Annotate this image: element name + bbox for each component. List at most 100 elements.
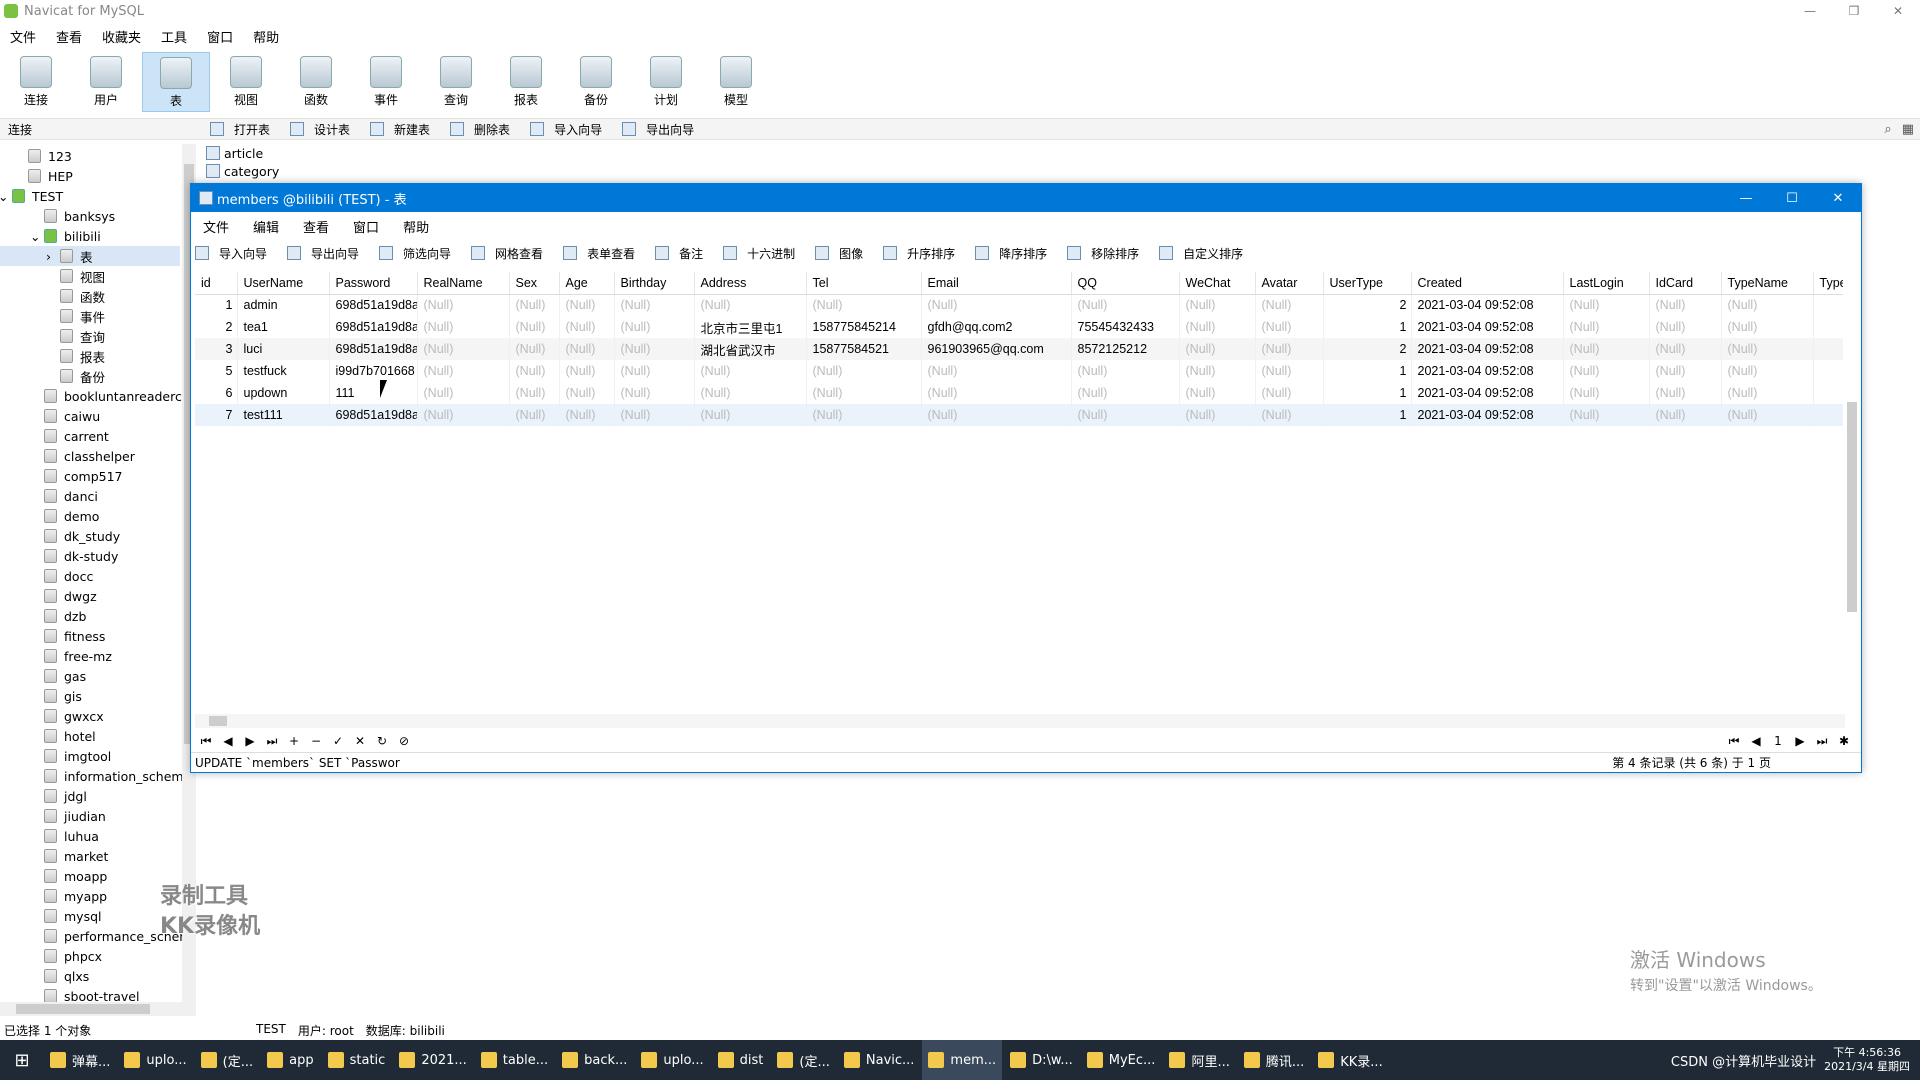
table-list-item[interactable]: article [206,144,279,162]
table-cell[interactable]: (Null) [806,294,922,316]
menu-item[interactable]: 帮助 [243,27,289,46]
table-cell[interactable]: 1 [1323,360,1412,382]
table-cell[interactable]: (Null) [1721,382,1814,404]
tree-item[interactable]: 视图 [60,266,105,286]
table-cell[interactable]: (Null) [1255,338,1324,360]
toolbar-button-8[interactable]: 备份 [562,52,630,112]
table-row[interactable]: 5 testfuck i99d7b701668 (Null) (Null) (Null)(… [195,360,1843,382]
expand-arrow-icon[interactable]: ⌄ [30,229,40,244]
tree-item[interactable]: market [44,846,108,866]
window-tool-button[interactable]: 升序排序 [883,245,965,262]
toolbar-button-5[interactable]: 事件 [352,52,420,112]
taskbar-item[interactable]: uplo... [118,1040,192,1080]
column-header[interactable]: LastLogin [1563,272,1650,295]
tree-item[interactable]: 备份 [60,366,105,386]
table-cell[interactable]: (Null) [1721,316,1814,338]
object-button[interactable]: 新建表 [370,121,440,138]
maximize-icon[interactable]: ☐ [1769,184,1815,212]
windows-start-icon[interactable]: ⊞ [0,1040,44,1080]
table-cell[interactable]: (Null) [509,316,560,338]
table-cell[interactable]: (Null) [1649,360,1722,382]
table-cell[interactable]: (Null) [1563,382,1650,404]
table-cell[interactable]: (Null) [921,404,1072,426]
next-page-icon[interactable]: ▶ [1789,734,1811,749]
tree-item[interactable]: danci [44,486,98,506]
first-record-icon[interactable]: ⏮ [195,734,217,749]
table-cell[interactable]: (Null) [1255,382,1324,404]
grid-view-icon[interactable]: ▦ [1902,122,1914,137]
table-cell[interactable]: (Null) [921,382,1072,404]
table-cell[interactable]: (Null) [1563,294,1650,316]
table-cell[interactable]: (Null) [694,404,807,426]
taskbar-item[interactable]: (定... [771,1040,835,1080]
taskbar-item[interactable]: D:\w... [1004,1040,1079,1080]
table-cell[interactable]: 2021-03-04 09:52:08 [1411,338,1564,360]
window-menu-item[interactable]: 窗口 [341,217,391,236]
taskbar-item[interactable]: app [261,1040,319,1080]
table-cell[interactable]: (Null) [1255,404,1324,426]
table-row[interactable]: 3 luci 698d51a19d8a (Null) (Null) (Null) (Null… [195,338,1843,360]
tree-item[interactable]: 事件 [60,306,105,326]
table-cell[interactable]: (Null) [509,360,560,382]
table-cell[interactable]: (Null) [1255,294,1324,316]
tree-item[interactable]: caiwu [44,406,100,426]
table-cell[interactable]: (Null) [694,360,807,382]
table-cell[interactable]: (Null) [509,338,560,360]
toolbar-button-9[interactable]: 计划 [632,52,700,112]
table-cell[interactable]: (Null) [559,316,615,338]
table-cell[interactable]: (Null) [559,404,615,426]
settings-icon[interactable]: ✱ [1833,734,1855,749]
table-cell[interactable]: 8572125212 [1071,338,1180,360]
table-cell[interactable]: 15877584521 [806,338,922,360]
tree-hscroll-thumb[interactable] [16,1004,150,1014]
toolbar-button-1[interactable]: 用户 [72,52,140,112]
tree-item[interactable]: jdgl [44,786,87,806]
tree-item[interactable]: carrent [44,426,109,446]
table-list-item[interactable]: category [206,162,279,180]
tree-item[interactable]: ⌄ TEST [0,186,63,206]
tree-horizontal-scrollbar[interactable] [0,1002,196,1016]
table-cell[interactable]: 75545432433 [1071,316,1180,338]
table-cell[interactable]: (Null) [1071,360,1180,382]
window-menu-item[interactable]: 编辑 [241,217,291,236]
table-row[interactable]: 7 test111 698d51a19d8a (Null) (Null) (Null) (N… [195,404,1843,426]
tree-item[interactable]: phpcx [44,946,102,966]
taskbar-item[interactable]: static [322,1040,392,1080]
table-cell[interactable]: (Null) [921,294,1072,316]
toolbar-button-7[interactable]: 报表 [492,52,560,112]
window-menu-item[interactable]: 文件 [191,217,241,236]
table-row[interactable]: 6 updown 111 (Null) (Null) (Null) (Null) (Null)… [195,382,1843,404]
window-tool-button[interactable]: 降序排序 [975,245,1057,262]
table-cell[interactable]: (Null) [417,382,510,404]
table-cell[interactable]: (Null) [1071,382,1180,404]
table-cell[interactable]: (Null) [614,404,695,426]
page-number[interactable]: 1 [1767,734,1789,749]
tree-item[interactable]: gwxcx [44,706,104,726]
table-cell[interactable]: (Null) [509,404,560,426]
stop-icon[interactable]: ⊘ [393,734,415,748]
expand-arrow-icon[interactable]: ⌄ [0,189,8,204]
table-cell[interactable]: (Null) [1649,294,1722,316]
tree-item[interactable]: gis [44,686,82,706]
table-cell[interactable]: (Null) [509,382,560,404]
delete-record-icon[interactable]: − [305,734,327,748]
tree-item[interactable]: 123 [28,146,72,166]
last-page-icon[interactable]: ⏭ [1811,734,1833,749]
table-cell[interactable]: (Null) [1649,404,1722,426]
table-cell[interactable]: 2021-03-04 09:52:08 [1411,294,1564,316]
table-cell[interactable]: testfuck [237,360,330,382]
next-record-icon[interactable]: ▶ [239,734,261,748]
table-cell[interactable]: (Null) [417,294,510,316]
window-tool-button[interactable]: 移除排序 [1067,245,1149,262]
taskbar-item[interactable]: Navic... [838,1040,921,1080]
tree-item[interactable]: ⌄ bilibili [30,226,101,246]
tree-item[interactable]: dwgz [44,586,97,606]
window-tool-button[interactable]: 十六进制 [723,245,805,262]
table-cell[interactable]: (Null) [1071,404,1180,426]
restore-icon[interactable]: ❐ [1832,0,1876,22]
table-cell[interactable]: (Null) [1179,316,1256,338]
minimize-icon[interactable]: — [1788,0,1832,22]
column-header[interactable]: QQ [1071,272,1180,295]
table-cell[interactable]: (Null) [1649,382,1722,404]
table-cell[interactable] [1813,360,1843,382]
